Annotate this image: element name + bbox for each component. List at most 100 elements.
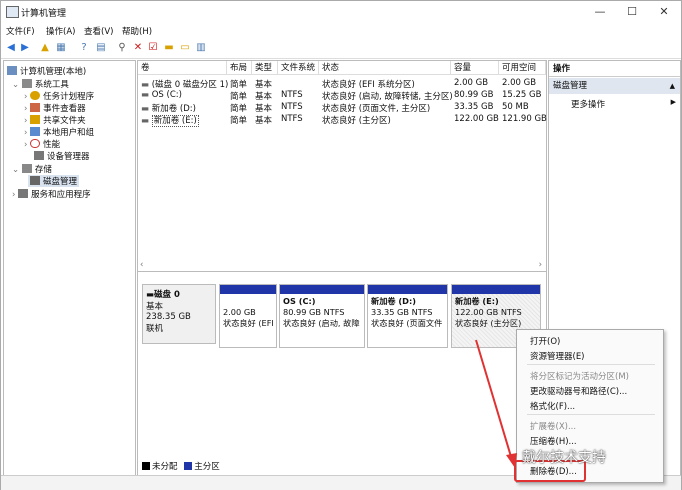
table-cell: 80.99 GB [454,90,494,100]
services-icon [18,189,29,198]
tree-item-storage[interactable]: ⌄ 存储 [12,163,52,175]
chevron-right-icon[interactable]: › [24,104,27,114]
chevron-right-icon[interactable]: › [24,92,27,102]
tree-item-system-tools[interactable]: ⌄ 系统工具 [12,78,69,90]
volume-list: 卷 布局 类型 文件系统 状态 容量 可用空间 ▬ (磁盘 0 磁盘分区 1) … [137,60,547,272]
horizontal-scrollbar[interactable]: ‹ › [138,260,544,271]
minimize-button[interactable]: — [589,4,611,20]
chevron-down-icon[interactable]: ⌄ [12,165,19,175]
maximize-button[interactable]: ☐ [621,4,643,20]
table-row[interactable]: ▬ 新加卷 (E:) [141,114,199,127]
chevron-right-icon[interactable]: › [12,190,15,200]
table-cell: 简单 [230,104,248,114]
chevron-right-icon[interactable]: › [24,128,27,138]
navigation-tree: 计算机管理(本地) ⌄ 系统工具 › 任务计划程序 › 事件查看器 › 共享文件… [3,60,136,476]
folder-icon[interactable]: ▬ [163,42,175,54]
menu-file[interactable]: 文件(F) [6,25,35,37]
properties-icon[interactable]: ▤ [95,42,107,54]
table-cell: 简单 [230,92,248,102]
menu-item-format[interactable]: 格式化(F)... [530,400,575,412]
table-cell: 基本 [255,80,273,90]
table-cell: 15.25 GB [502,90,542,100]
chevron-right-icon[interactable]: › [24,140,27,150]
back-icon[interactable]: ◀ [5,42,17,54]
tree-item-event-viewer[interactable]: › 事件查看器 [24,102,86,114]
tree-item-device-manager[interactable]: 设备管理器 [34,150,90,162]
computer-management-icon [6,6,19,18]
forward-icon[interactable]: ▶ [19,42,31,54]
tree-item-disk-management[interactable]: 磁盘管理 [28,175,80,187]
delete-icon[interactable]: ✕ [132,42,144,54]
menu-item-open[interactable]: 打开(O) [530,335,560,347]
users-icon [30,127,41,136]
connect-icon[interactable]: ⚲ [116,42,128,54]
partition-bar [220,285,276,294]
table-cell: 2.00 GB [502,78,537,88]
partition-efi[interactable]: 2.00 GB 状态良好 (EFI [219,284,277,348]
table-row[interactable]: ▬ OS (C:) [141,90,182,100]
column-header-layout[interactable]: 布局 [227,61,252,75]
table-cell: 基本 [255,116,273,126]
menu-action[interactable]: 操作(A) [46,25,75,37]
chevron-right-icon[interactable]: › [24,116,27,126]
table-cell: 状态良好 (页面文件, 主分区) [322,104,431,114]
chevron-down-icon[interactable]: ⌄ [12,80,19,90]
menu-view[interactable]: 查看(V) [84,25,113,37]
shared-folder-icon [30,115,41,124]
table-cell: 简单 [230,116,248,126]
watermark: 戴尔技术支持 [522,450,606,466]
menu-separator [527,414,655,415]
collapse-icon[interactable]: ▲ [670,78,675,94]
disk-0-label[interactable]: ▬磁盘 0 基本 238.35 GB 联机 [142,284,216,344]
scroll-left-icon[interactable]: ‹ [140,260,143,270]
column-header-volume[interactable]: 卷 [138,61,227,75]
partition-c[interactable]: OS (C:) 80.99 GB NTFS 状态良好 (启动, 故障 [279,284,365,348]
column-header-status[interactable]: 状态 [319,61,451,75]
close-button[interactable]: ✕ [653,4,675,20]
tree-item-local-users[interactable]: › 本地用户和组 [24,126,94,138]
tree-item-services[interactable]: › 服务和应用程序 [12,188,91,200]
menu-help[interactable]: 帮助(H) [122,25,152,37]
toolbar: ◀ ▶ ▲ ▦ ? ▤ ⚲ ✕ ☑ ▬ ▭ ▥ [1,38,681,59]
tree-item-task-scheduler[interactable]: › 任务计划程序 [24,90,94,102]
column-header-capacity[interactable]: 容量 [451,61,499,75]
volume-icon: ▬ [141,104,150,114]
disk-icon: ▬ [146,290,155,300]
tree-item-root[interactable]: 计算机管理(本地) [7,65,86,77]
scroll-right-icon[interactable]: › [539,260,542,270]
help-icon[interactable]: ? [78,42,90,54]
tree-item-shared-folders[interactable]: › 共享文件夹 [24,114,86,126]
column-header-type[interactable]: 类型 [252,61,278,75]
partition-bar [368,285,447,294]
up-folder-icon[interactable]: ▲ [39,42,51,54]
volume-icon: ▬ [141,80,150,90]
table-cell: 简单 [230,80,248,90]
actions-disk-management[interactable]: 磁盘管理 ▲ [549,78,680,94]
tree-item-performance[interactable]: › 性能 [24,138,60,150]
column-header-free-space[interactable]: 可用空间 [499,61,546,75]
more-actions[interactable]: 更多操作 ▶ [571,98,676,110]
table-row[interactable]: ▬ 新加卷 (D:) [141,102,196,114]
tools-icon [21,79,32,88]
search-folder-icon[interactable]: ▭ [179,42,191,54]
table-cell: 2.00 GB [454,78,489,88]
performance-icon [30,139,41,148]
check-icon[interactable]: ☑ [147,42,159,54]
column-header-filesystem[interactable]: 文件系统 [278,61,319,75]
menu-item-mark-active: 将分区标记为活动分区(M) [530,372,629,382]
list-view-icon[interactable]: ▥ [195,42,207,54]
table-cell: 121.90 GB [502,114,547,124]
partition-bar [280,285,364,294]
event-viewer-icon [30,103,41,112]
unallocated-swatch [142,462,150,470]
table-cell: 状态良好 (主分区) [322,116,391,126]
chevron-right-icon: ▶ [670,98,676,106]
show-hide-tree-icon[interactable]: ▦ [55,42,67,54]
menu-item-change-letter[interactable]: 更改驱动器号和路径(C)... [530,385,627,397]
table-cell: 50 MB [502,102,529,112]
partition-d[interactable]: 新加卷 (D:) 33.35 GB NTFS 状态良好 (页面文件 [367,284,448,348]
table-cell: NTFS [281,114,303,124]
menu-item-explorer[interactable]: 资源管理器(E) [530,350,585,362]
table-row[interactable]: ▬ (磁盘 0 磁盘分区 1) [141,78,228,90]
menu-item-shrink[interactable]: 压缩卷(H)... [530,435,577,447]
